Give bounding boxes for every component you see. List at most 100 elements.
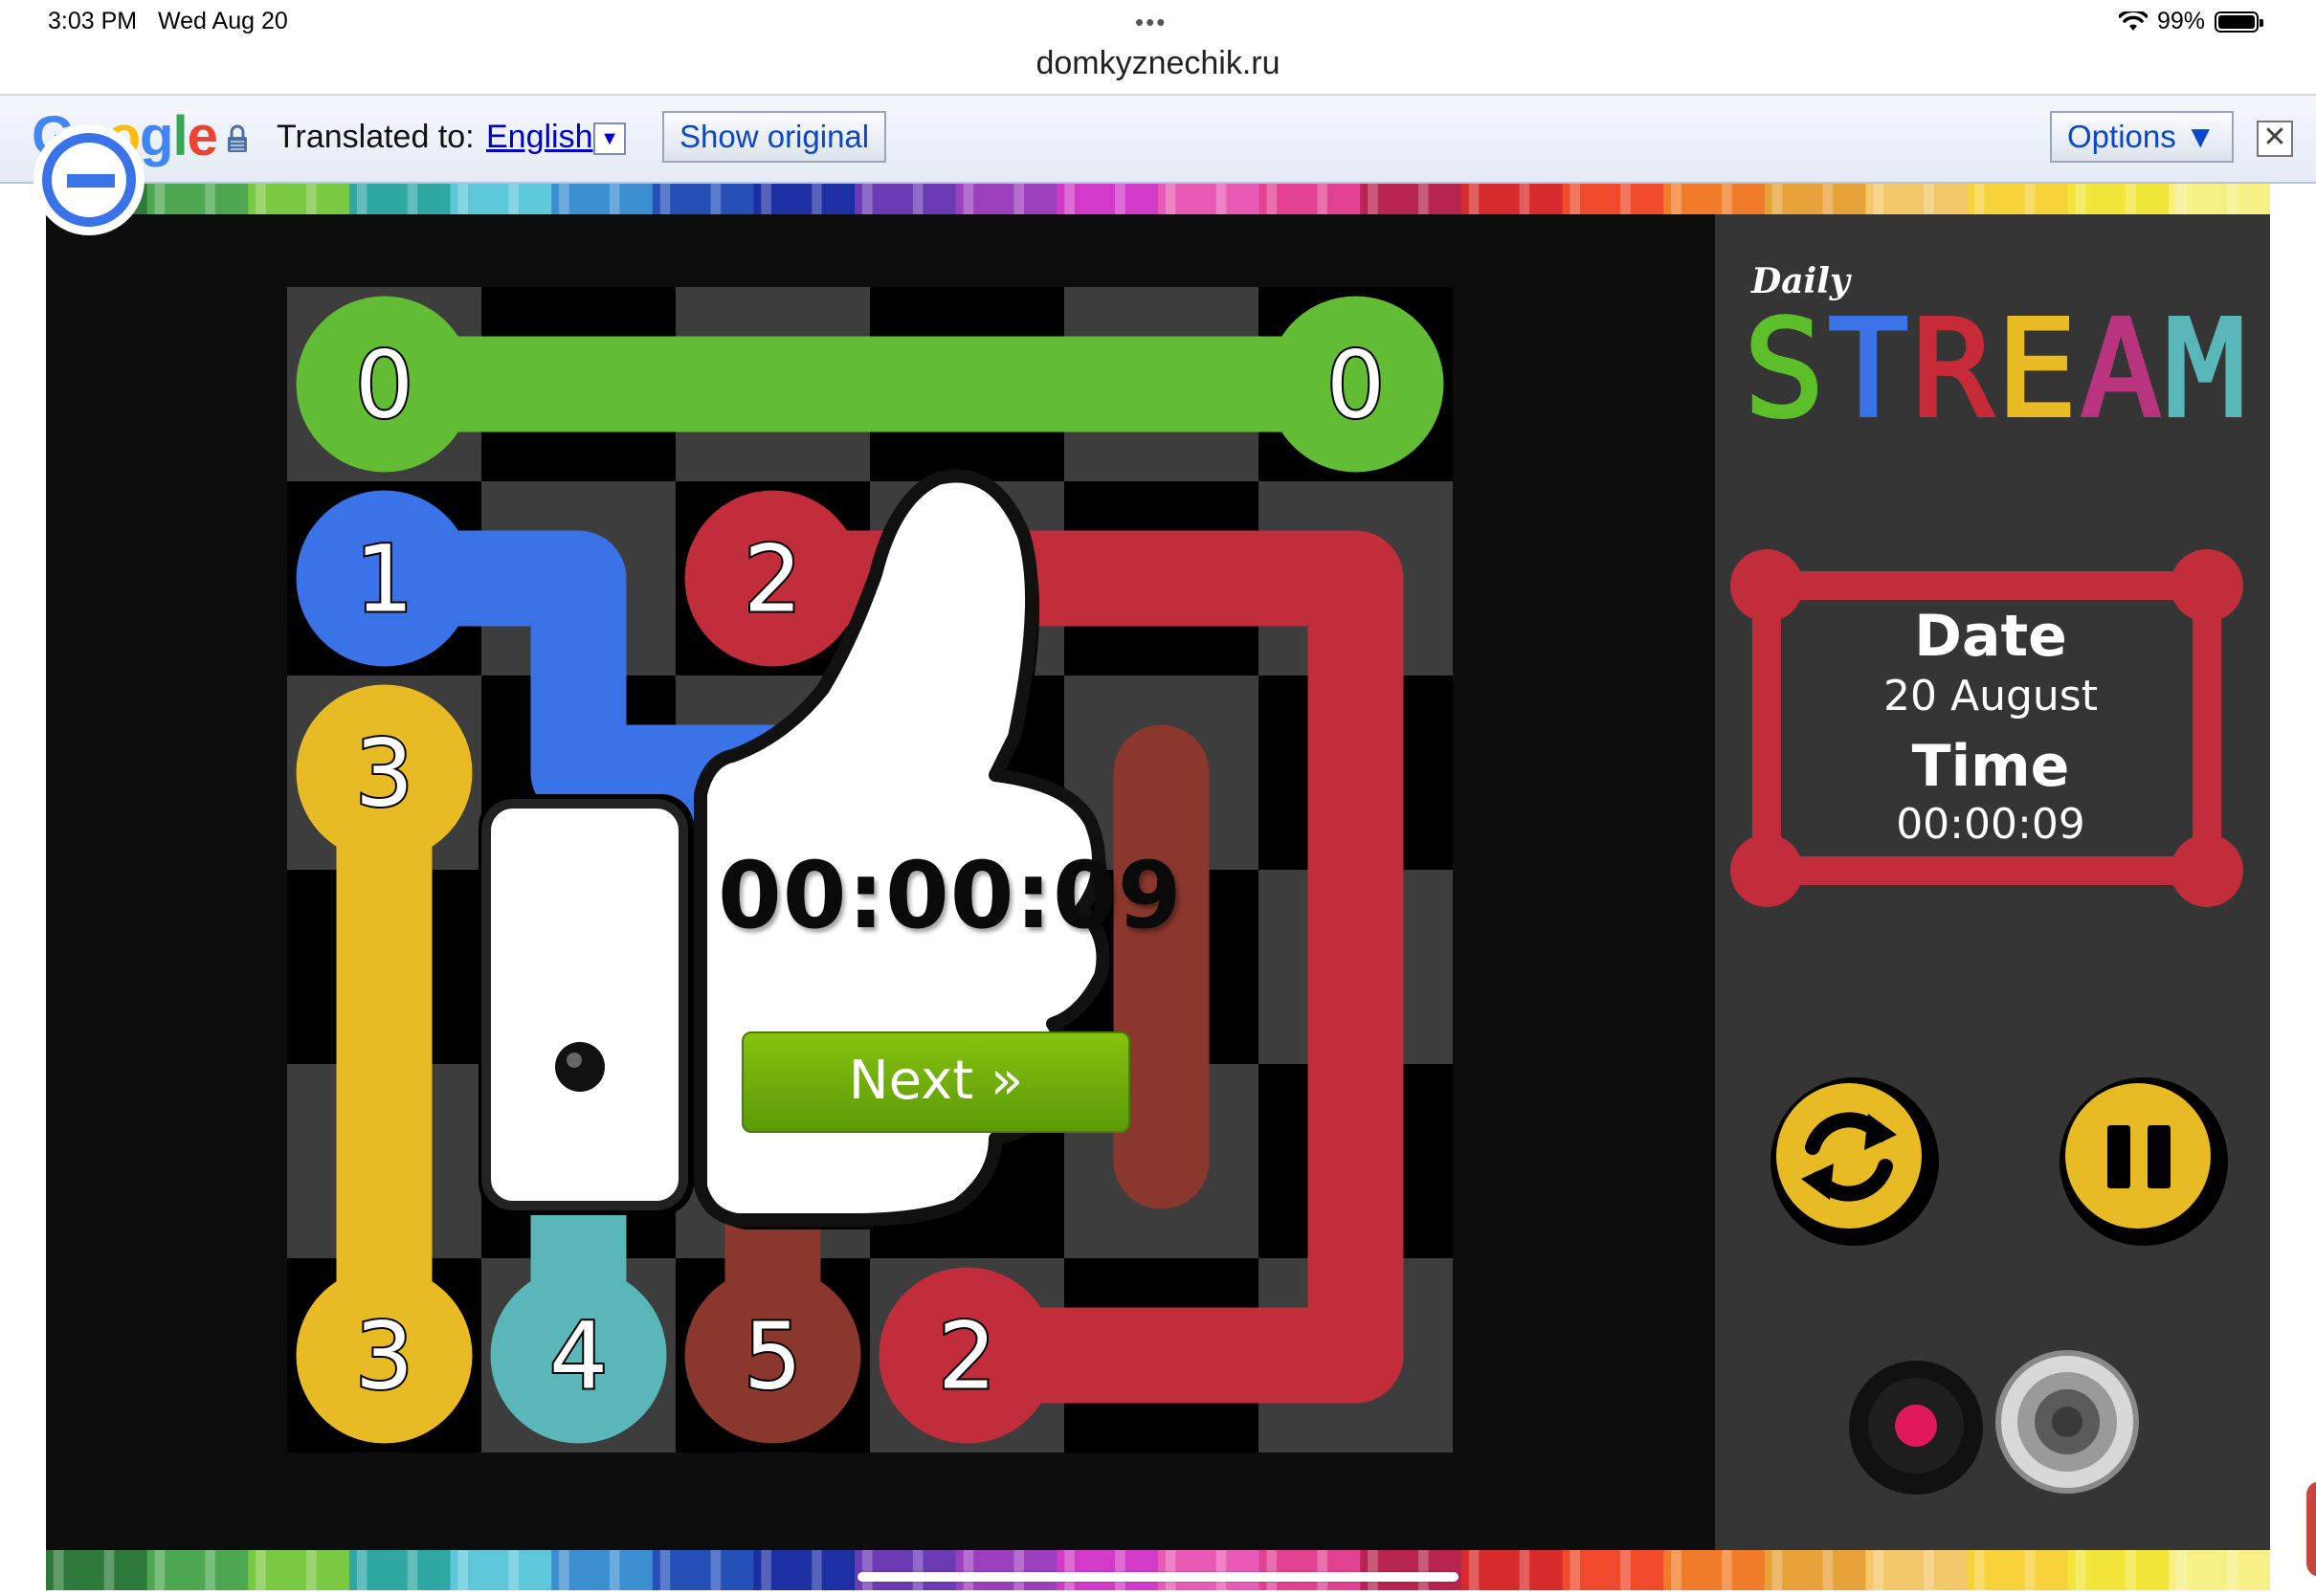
sleeve-button-shine: [567, 1053, 582, 1068]
sleeve: [481, 799, 688, 1210]
pencil-highlight: [1215, 1550, 1227, 1590]
pencil-highlight: [1165, 1550, 1176, 1590]
info-frame-corner: [2171, 834, 2243, 907]
pencil-highlight: [457, 1550, 469, 1590]
options-button[interactable]: Options ▼: [2050, 111, 2234, 163]
endpoint-label: 0: [1326, 332, 1385, 439]
pencil-highlight: [205, 1550, 215, 1590]
pencil-highlight: [559, 184, 569, 214]
endpoint[interactable]: 0: [296, 296, 473, 473]
time-value: 00:00:09: [1896, 800, 2085, 849]
pencil-highlight: [1924, 184, 1934, 214]
pencil-highlight: [1620, 1550, 1631, 1590]
google-logo-letter: l: [172, 105, 188, 167]
endpoint[interactable]: 0: [1267, 296, 1444, 473]
pencil-highlight: [1317, 1550, 1327, 1590]
endpoint[interactable]: 2: [684, 490, 861, 667]
translated-to-label: Translated to:: [277, 119, 475, 155]
home-indicator: [857, 1572, 1459, 1582]
pencil-stripe-bottom: [46, 1550, 2270, 1590]
close-translate-button[interactable]: ✕: [2257, 121, 2293, 157]
speaker-center: [2052, 1407, 2082, 1437]
translate-bar: Google Translated to: English ▼ Show ori…: [0, 96, 2316, 184]
endpoint[interactable]: 3: [296, 1267, 473, 1444]
pencil-highlight: [256, 184, 266, 214]
google-logo-letter: e: [187, 105, 218, 167]
pencil-highlight: [2024, 184, 2036, 214]
pencil-highlight: [912, 184, 924, 214]
status-bar: 3:03 PM Wed Aug 20 ••• 99%: [0, 0, 2316, 44]
pencil-highlight: [1721, 184, 1732, 214]
status-time: 3:03 PM: [48, 8, 138, 34]
undo-icon[interactable]: [29, 120, 149, 240]
battery-percent: 99%: [2156, 8, 2205, 34]
language-dropdown[interactable]: ▼: [593, 122, 626, 155]
sleeve-button: [555, 1042, 605, 1092]
pencil-highlight: [1064, 1550, 1075, 1590]
pencil-highlight: [1064, 184, 1075, 214]
pencil-highlight: [761, 184, 771, 214]
pause-icon[interactable]: [2107, 1125, 2130, 1188]
pencil-highlight: [1873, 184, 1883, 214]
pencil-highlight: [1468, 1550, 1480, 1590]
pencil-highlight: [2227, 184, 2238, 214]
pencil-highlight: [2126, 1550, 2137, 1590]
endpoint-label: 5: [744, 1303, 802, 1410]
battery-level: [2218, 14, 2255, 29]
language-link[interactable]: English: [486, 119, 593, 156]
pencil-highlight: [1822, 184, 1834, 214]
endpoint[interactable]: 5: [684, 1267, 861, 1444]
pencil-highlight: [963, 1550, 974, 1590]
pencil-highlight: [356, 184, 367, 214]
pencil-highlight: [912, 1550, 924, 1590]
endpoint-label: 3: [355, 1303, 413, 1410]
logo-letter: M: [2165, 292, 2245, 448]
pencil-highlight: [306, 1550, 317, 1590]
pencil-highlight: [1570, 184, 1581, 214]
pencil-highlight: [710, 184, 722, 214]
endpoint-label: 2: [938, 1303, 996, 1410]
endpoint-label: 0: [355, 332, 413, 439]
logo-letter: T: [1828, 292, 1908, 448]
url-bar[interactable]: domkyznechik.ru: [0, 42, 2316, 96]
endpoint[interactable]: 1: [296, 490, 473, 667]
pencil-highlight: [812, 184, 822, 214]
pencil-highlight: [2075, 184, 2086, 214]
pencil-highlight: [1771, 184, 1783, 214]
endpoint-label: 4: [549, 1303, 608, 1410]
endpoint[interactable]: 3: [296, 684, 473, 861]
pencil-highlight: [1974, 1550, 1985, 1590]
pause-button-face[interactable]: [2065, 1083, 2211, 1229]
logo-letter: E: [1996, 292, 2077, 448]
pencil-highlight: [1924, 1550, 1934, 1590]
pencil-highlight: [710, 1550, 722, 1590]
pencil-highlight: [1013, 184, 1025, 214]
pencil-highlight: [1721, 1550, 1732, 1590]
wifi-icon: [2118, 11, 2148, 31]
record-icon-dot: [1895, 1405, 1937, 1447]
endpoint-label: 3: [355, 720, 413, 828]
pencil-highlight: [609, 184, 620, 214]
pencil-highlight: [1368, 1550, 1378, 1590]
info-frame-corner: [1730, 834, 1803, 907]
restart-button-face[interactable]: [1776, 1083, 1922, 1229]
pencil-highlight: [1671, 1550, 1681, 1590]
pencil-stripe-top: [46, 184, 2270, 214]
pencil-highlight: [1013, 1550, 1025, 1590]
pencil-highlight: [862, 184, 873, 214]
endpoint[interactable]: 4: [490, 1267, 667, 1444]
next-button[interactable]: Next »: [742, 1031, 1130, 1133]
endpoint[interactable]: 2: [879, 1267, 1056, 1444]
pencil-highlight: [659, 1550, 671, 1590]
lock-icon: [228, 124, 247, 152]
multitasking-dots[interactable]: •••: [1135, 8, 1167, 37]
endpoint-label: 2: [744, 526, 802, 633]
logo-letter: R: [1912, 292, 1993, 448]
edge-tab[interactable]: [2306, 1481, 2316, 1577]
status-indicators: 99%: [2118, 8, 2263, 35]
pencil-highlight: [2126, 184, 2137, 214]
pencil-highlight: [761, 1550, 771, 1590]
show-original-button[interactable]: Show original: [662, 111, 887, 163]
pencil-highlight: [154, 1550, 166, 1590]
pencil-highlight: [1771, 1550, 1783, 1590]
